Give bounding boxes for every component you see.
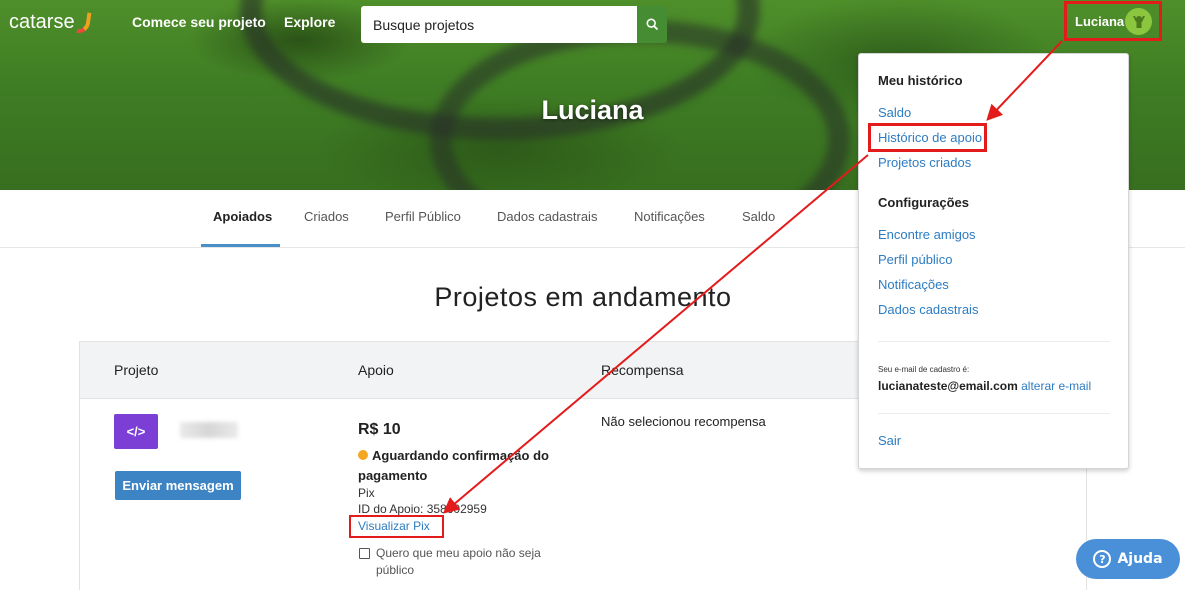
user-dropdown-menu: Meu histórico Saldo Histórico de apoio P… <box>858 53 1129 469</box>
history-heading: Meu histórico <box>878 73 963 88</box>
support-amount: R$ 10 <box>358 421 401 438</box>
column-header-projeto: Projeto <box>114 362 159 378</box>
avatar-figure-icon <box>1132 15 1145 28</box>
menu-item-saldo[interactable]: Saldo <box>878 105 911 120</box>
menu-item-support-history[interactable]: Histórico de apoio <box>878 130 982 145</box>
project-icon-text: </> <box>126 424 146 439</box>
search-bar <box>361 6 667 43</box>
menu-item-registration-data[interactable]: Dados cadastrais <box>878 302 978 317</box>
help-label: Ajuda <box>1117 551 1163 567</box>
nav-explore[interactable]: Explore <box>284 14 335 30</box>
tab-perfil-publico[interactable]: Perfil Público <box>385 209 461 224</box>
payment-status: Aguardando confirmação do pagamento <box>358 446 558 486</box>
menu-divider <box>878 413 1110 414</box>
logo-mark-icon <box>76 10 92 35</box>
menu-divider <box>878 341 1110 342</box>
search-button[interactable] <box>637 6 667 43</box>
user-menu-toggle[interactable]: Luciana <box>1064 1 1162 41</box>
help-button[interactable]: ? Ajuda <box>1076 539 1180 579</box>
project-thumbnail-code-icon[interactable]: </> <box>114 414 158 449</box>
tab-dados-cadastrais[interactable]: Dados cadastrais <box>497 209 597 224</box>
tab-criados[interactable]: Criados <box>304 209 349 224</box>
settings-heading: Configurações <box>878 195 970 210</box>
menu-item-logout[interactable]: Sair <box>878 433 901 448</box>
tab-apoiados[interactable]: Apoiados <box>213 209 272 224</box>
support-id: ID do Apoio: 358602959 <box>358 502 487 516</box>
menu-item-public-profile[interactable]: Perfil público <box>878 252 952 267</box>
email-value: lucianateste@email.com <box>878 379 1018 393</box>
payment-method: Pix <box>358 486 375 500</box>
column-header-apoio: Apoio <box>358 362 394 378</box>
send-message-button[interactable]: Enviar mensagem <box>115 471 241 500</box>
payment-status-text: Aguardando confirmação do pagamento <box>358 448 549 483</box>
menu-item-find-friends[interactable]: Encontre amigos <box>878 227 976 242</box>
search-input[interactable] <box>361 6 637 43</box>
reward-text: Não selecionou recompensa <box>601 414 766 429</box>
search-icon <box>645 18 658 31</box>
catarse-logo[interactable]: catarse <box>9 10 92 35</box>
menu-item-notifications[interactable]: Notificações <box>878 277 949 292</box>
avatar <box>1125 8 1152 35</box>
private-support-checkbox[interactable] <box>359 548 370 559</box>
menu-item-created-projects[interactable]: Projetos criados <box>878 155 971 170</box>
registered-email: lucianateste@email.com alterar e-mail <box>878 379 1091 393</box>
project-name-blurred[interactable] <box>180 422 238 438</box>
tab-notificacoes[interactable]: Notificações <box>634 209 705 224</box>
private-support-label: Quero que meu apoio não seja público <box>376 546 541 577</box>
question-icon: ? <box>1093 550 1112 568</box>
change-email-link[interactable]: alterar e-mail <box>1021 379 1091 393</box>
tab-saldo[interactable]: Saldo <box>742 209 775 224</box>
active-tab-indicator <box>201 244 280 247</box>
pending-status-dot-icon <box>358 450 368 460</box>
email-label: Seu e-mail de cadastro é: <box>878 365 970 374</box>
nav-start-project[interactable]: Comece seu projeto <box>132 14 266 30</box>
user-name: Luciana <box>1075 13 1125 29</box>
column-header-recompensa: Recompensa <box>601 362 684 378</box>
view-pix-link[interactable]: Visualizar Pix <box>358 519 430 533</box>
logo-text: catarse <box>9 11 75 33</box>
